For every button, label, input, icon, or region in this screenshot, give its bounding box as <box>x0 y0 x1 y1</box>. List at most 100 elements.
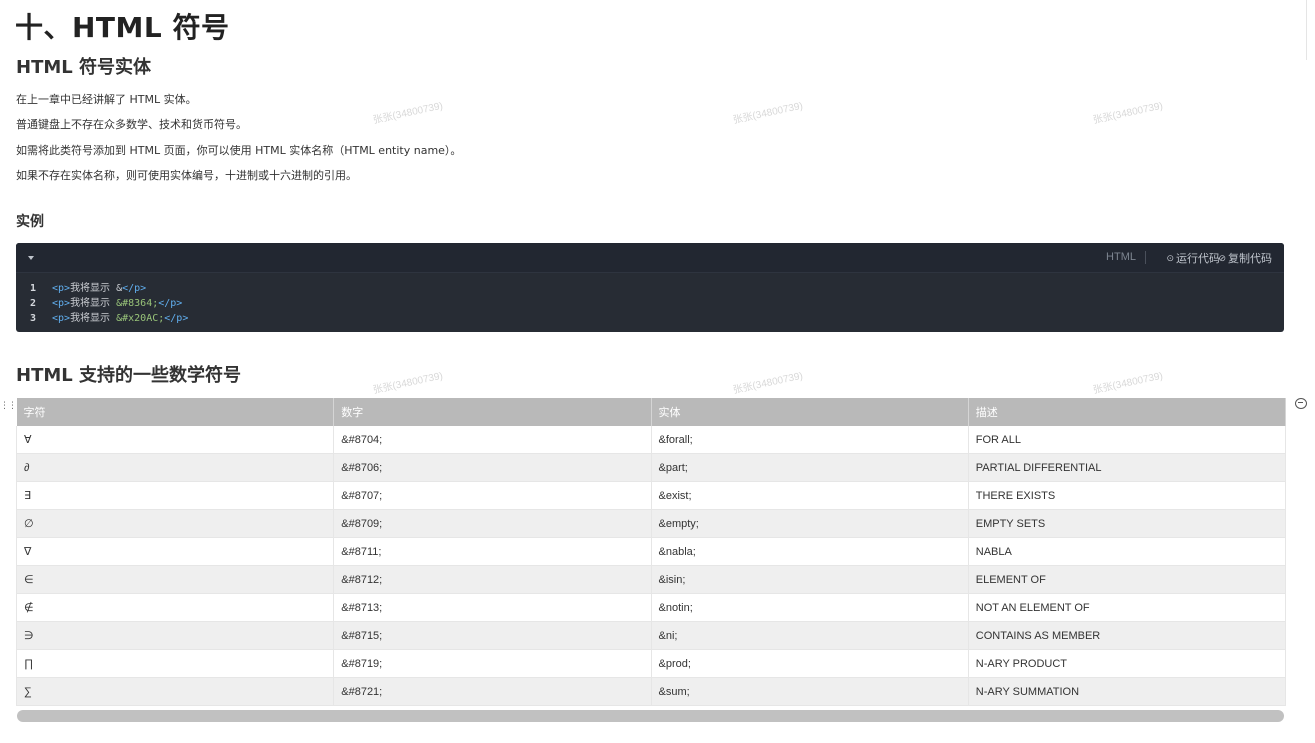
watermark: 张张(34800739) <box>372 370 444 397</box>
cell-number: &#8707; <box>333 481 652 510</box>
column-header: 描述 <box>968 398 1287 426</box>
section-title-entities: HTML 符号实体 <box>16 57 151 78</box>
table-row: ∅ &#8709; &empty; EMPTY SETS <box>15 509 1287 538</box>
cell-description: N-ARY SUMMATION <box>967 677 1287 706</box>
run-code-button[interactable]: ⊙ 运行代码 <box>1166 250 1220 266</box>
paragraph: 如需将此类符号添加到 HTML 页面，你可以使用 HTML 实体名称（HTML … <box>16 144 462 157</box>
copy-code-button[interactable]: ⊘ 复制代码 <box>1218 250 1272 266</box>
table-row: ∇ &#8711; &nabla; NABLA <box>15 537 1287 566</box>
code-open-tag: <p> <box>52 283 71 294</box>
cell-description: NOT AN ELEMENT OF <box>967 593 1287 622</box>
cell-number: &#8709; <box>333 509 652 538</box>
cell-description: EMPTY SETS <box>967 509 1287 538</box>
cell-entity: &forall; <box>650 426 969 454</box>
cell-entity: &part; <box>650 453 969 482</box>
cell-number: &#8711; <box>333 537 652 566</box>
code-open-tag: <p> <box>52 298 71 309</box>
play-circle-icon: ⊙ <box>1166 253 1174 263</box>
table-row: ∏ &#8719; &prod; N-ARY PRODUCT <box>15 649 1287 678</box>
code-close-tag: </p> <box>158 298 183 309</box>
line-number: 2 <box>29 298 36 309</box>
copy-link-icon: ⊘ <box>1218 253 1226 263</box>
table-row: ∈ &#8712; &isin; ELEMENT OF <box>15 565 1287 594</box>
cell-entity: &exist; <box>650 481 969 510</box>
watermark: 张张(34800739) <box>1092 370 1164 397</box>
code-line: 1 <p>我将显示 &</p> <box>16 279 1284 294</box>
cell-number: &#8719; <box>333 649 652 678</box>
cell-description: CONTAINS AS MEMBER <box>967 621 1287 650</box>
paragraph: 如果不存在实体名称，则可使用实体编号，十进制或十六进制的引用。 <box>16 169 357 182</box>
cell-character: ∏ <box>15 649 335 678</box>
table-row: ∑ &#8721; &sum; N-ARY SUMMATION <box>15 677 1287 706</box>
code-language: HTML <box>1106 251 1136 263</box>
horizontal-scrollbar[interactable] <box>17 710 1284 722</box>
cell-number: &#8715; <box>333 621 652 650</box>
cell-character: ∀ <box>15 426 335 454</box>
code-block: HTML ⊙ 运行代码 ⊘ 复制代码 1 <p>我将显示 &</p> 2 <p>我将显示… <box>16 243 1284 332</box>
cell-entity: &prod; <box>650 649 969 678</box>
table-row: ∋ &#8715; &ni; CONTAINS AS MEMBER <box>15 621 1287 650</box>
column-header: 数字 <box>333 398 652 426</box>
scroll-edge <box>1306 0 1307 60</box>
comment-icon[interactable] <box>1295 398 1307 409</box>
cell-description: THERE EXISTS <box>967 481 1287 510</box>
code-text: 我将显示 <box>70 313 117 324</box>
cell-description: N-ARY PRODUCT <box>967 649 1287 678</box>
code-entity: &#8364; <box>116 298 159 309</box>
cell-entity: &empty; <box>650 509 969 538</box>
paragraph: 普通键盘上不存在众多数学、技术和货币符号。 <box>16 118 247 131</box>
cell-character: ∅ <box>15 509 335 538</box>
page-title: 十、HTML 符号 <box>15 11 230 44</box>
code-text: 我将显示 <box>70 283 117 294</box>
watermark: 张张(34800739) <box>732 100 804 127</box>
code-lines: 1 <p>我将显示 &</p> 2 <p>我将显示 &#8364;</p> 3 <p>… <box>16 279 1284 324</box>
caret-down-icon[interactable] <box>28 256 34 260</box>
cell-character: ∉ <box>15 593 335 622</box>
column-header: 实体 <box>651 398 969 426</box>
example-title: 实例 <box>16 214 44 230</box>
cell-character: ∈ <box>15 565 335 594</box>
section-title-math-symbols: HTML 支持的一些数学符号 <box>16 365 241 386</box>
math-symbols-table: 字符 数字 实体 描述 ∀ &#8704; &forall; FOR ALL ∂… <box>15 398 1287 706</box>
line-number: 1 <box>29 283 36 294</box>
cell-number: &#8713; <box>333 593 652 622</box>
cell-character: ∂ <box>15 453 335 482</box>
table-row: ∃ &#8707; &exist; THERE EXISTS <box>15 481 1287 510</box>
cell-number: &#8706; <box>333 453 652 482</box>
cell-description: NABLA <box>967 537 1287 566</box>
cell-character: ∑ <box>15 677 335 706</box>
run-code-label: 运行代码 <box>1176 253 1220 265</box>
column-header: 字符 <box>16 398 335 426</box>
cell-description: ELEMENT OF <box>967 565 1287 594</box>
cell-entity: &notin; <box>650 593 969 622</box>
code-text: 我将显示 <box>70 298 117 309</box>
code-close-tag: </p> <box>164 313 189 324</box>
table-row: ∂ &#8706; &part; PARTIAL DIFFERENTIAL <box>15 453 1287 482</box>
cell-description: PARTIAL DIFFERENTIAL <box>967 453 1287 482</box>
line-number: 3 <box>29 313 36 324</box>
code-line: 2 <p>我将显示 &#8364;</p> <box>16 294 1284 309</box>
table-row: ∉ &#8713; &notin; NOT AN ELEMENT OF <box>15 593 1287 622</box>
code-entity: &#x20AC; <box>116 313 165 324</box>
code-close-tag: </p> <box>122 283 147 294</box>
table-header-row: 字符 数字 实体 描述 <box>16 398 1287 426</box>
cell-character: ∋ <box>15 621 335 650</box>
cell-entity: &nabla; <box>650 537 969 566</box>
code-toolbar: HTML ⊙ 运行代码 ⊘ 复制代码 <box>16 243 1284 273</box>
watermark: 张张(34800739) <box>1092 100 1164 127</box>
cell-entity: &sum; <box>650 677 969 706</box>
paragraph: 在上一章中已经讲解了 HTML 实体。 <box>16 93 197 106</box>
table-row: ∀ &#8704; &forall; FOR ALL <box>15 426 1287 454</box>
drag-handle-icon[interactable]: ⋮⋮ <box>0 401 17 411</box>
cell-number: &#8721; <box>333 677 652 706</box>
cell-number: &#8704; <box>333 426 652 454</box>
cell-character: ∃ <box>15 481 335 510</box>
toolbar-divider <box>1145 251 1146 264</box>
watermark: 张张(34800739) <box>372 100 444 127</box>
cell-entity: &isin; <box>650 565 969 594</box>
cell-character: ∇ <box>15 537 335 566</box>
code-line: 3 <p>我将显示 &#x20AC;</p> <box>16 309 1284 324</box>
cell-number: &#8712; <box>333 565 652 594</box>
watermark: 张张(34800739) <box>732 370 804 397</box>
code-open-tag: <p> <box>52 313 71 324</box>
